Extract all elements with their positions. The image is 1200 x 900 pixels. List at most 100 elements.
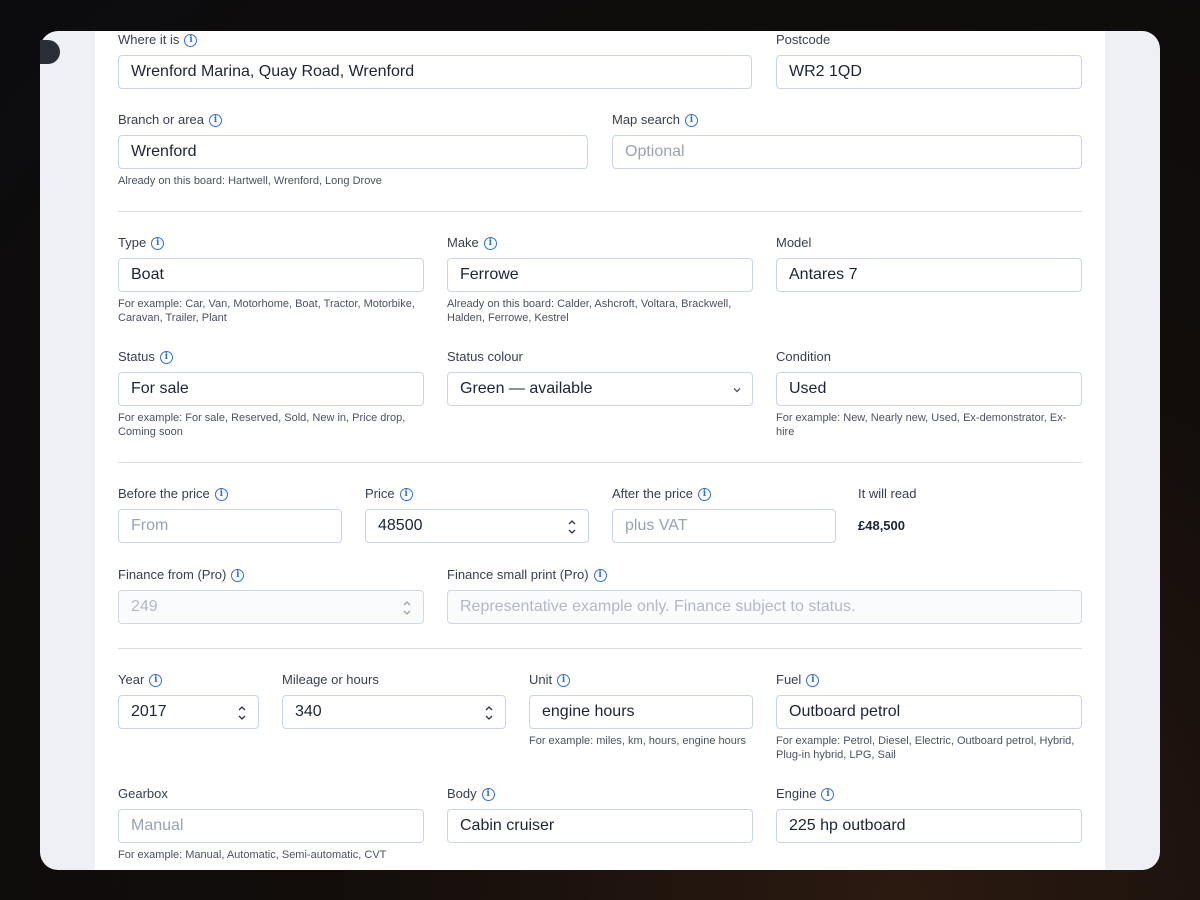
condition-input[interactable]: Used <box>776 372 1082 406</box>
info-icon[interactable]: i <box>159 350 173 364</box>
info-icon[interactable]: i <box>214 487 228 501</box>
mileage-field: Mileage or hours 340 <box>282 671 506 729</box>
mileage-label: Mileage or hours <box>282 672 379 687</box>
finance-from-label: Finance from (Pro) <box>118 567 227 582</box>
price-label: Price <box>365 486 395 501</box>
year-label: Year <box>118 672 145 687</box>
engine-input[interactable]: 225 hp outboard <box>776 809 1082 843</box>
unit-input[interactable]: engine hours <box>529 695 753 729</box>
finance-print-field: Finance small print (Pro) i Representativ… <box>447 566 1082 624</box>
condition-hint: For example: New, Nearly new, Used, Ex-d… <box>776 412 1067 438</box>
app-window: Where it is i Wrenford Marina, Quay Road,… <box>40 31 1160 870</box>
after-price-input[interactable]: plus VAT <box>612 509 836 543</box>
postcode-field: Postcode WR2 1QD <box>776 31 1082 89</box>
fuel-input[interactable]: Outboard petrol <box>776 695 1082 729</box>
gearbox-hint: For example: Manual, Automatic, Semi-aut… <box>118 849 387 861</box>
status-input[interactable]: For sale <box>118 372 424 406</box>
stepper-arrows-icon[interactable] <box>566 517 578 537</box>
after-price-label: After the price <box>612 486 693 501</box>
after-price-field: After the price i plus VAT <box>612 485 836 543</box>
type-hint: For example: Car, Van, Motorhome, Boat, … <box>118 298 415 324</box>
type-field: Type i Boat For example: Car, Van, Motorh… <box>118 234 424 325</box>
info-icon[interactable]: i <box>593 568 607 582</box>
condition-label: Condition <box>776 349 831 364</box>
info-icon[interactable]: i <box>231 568 245 582</box>
make-hint: Already on this board: Calder, Ashcroft,… <box>447 298 732 324</box>
info-icon[interactable]: i <box>481 787 495 801</box>
make-input[interactable]: Ferrowe <box>447 258 753 292</box>
finance-print-label: Finance small print (Pro) <box>447 567 589 582</box>
make-label: Make <box>447 235 479 250</box>
info-icon[interactable]: i <box>684 113 698 127</box>
listing-form: Where it is i Wrenford Marina, Quay Road,… <box>95 31 1105 870</box>
branch-input[interactable]: Wrenford <box>118 135 588 169</box>
gearbox-input[interactable]: Manual <box>118 809 424 843</box>
make-field: Make i Ferrowe Already on this board: Cal… <box>447 234 753 325</box>
model-input[interactable]: Antares 7 <box>776 258 1082 292</box>
stepper-arrows-icon[interactable] <box>483 703 495 723</box>
map-search-field: Map search i Optional <box>612 111 1082 169</box>
price-preview: It will read £48,500 <box>858 485 1082 533</box>
finance-from-stepper[interactable]: 249 <box>118 590 424 624</box>
body-label: Body <box>447 786 477 801</box>
branch-field: Branch or area i Wrenford Already on this… <box>118 111 588 188</box>
price-preview-value: £48,500 <box>858 518 905 533</box>
before-price-field: Before the price i From <box>118 485 342 543</box>
stepper-arrows-icon[interactable] <box>401 598 413 618</box>
status-colour-select[interactable]: Green — available <box>447 372 753 406</box>
engine-field: Engine i 225 hp outboard <box>776 785 1082 843</box>
before-price-label: Before the price <box>118 486 210 501</box>
section-divider <box>118 462 1082 463</box>
gearbox-label: Gearbox <box>118 786 168 801</box>
unit-label: Unit <box>529 672 553 687</box>
map-search-label: Map search <box>612 112 680 127</box>
where-input[interactable]: Wrenford Marina, Quay Road, Wrenford <box>118 55 752 89</box>
price-field: Price i 48500 <box>365 485 589 543</box>
status-label: Status <box>118 349 155 364</box>
info-icon[interactable]: i <box>149 673 163 687</box>
body-input[interactable]: Cabin cruiser <box>447 809 753 843</box>
info-icon[interactable]: i <box>806 673 820 687</box>
year-field: Year i 2017 <box>118 671 259 729</box>
finance-from-field: Finance from (Pro) i 249 <box>118 566 424 624</box>
model-field: Model Antares 7 <box>776 234 1082 292</box>
where-field: Where it is i Wrenford Marina, Quay Road,… <box>118 31 752 89</box>
stepper-arrows-icon[interactable] <box>236 703 248 723</box>
fuel-hint: For example: Petrol, Diesel, Electric, O… <box>776 735 1075 761</box>
before-price-input[interactable]: From <box>118 509 342 543</box>
info-icon[interactable]: i <box>821 787 835 801</box>
fuel-field: Fuel i Outboard petrol For example: Petro… <box>776 671 1082 762</box>
chevron-down-icon <box>732 385 742 395</box>
info-icon[interactable]: i <box>151 236 165 250</box>
gearbox-field: Gearbox Manual For example: Manual, Auto… <box>118 785 424 862</box>
info-icon[interactable]: i <box>399 487 413 501</box>
unit-hint: For example: miles, km, hours, engine ho… <box>529 735 747 747</box>
condition-field: Condition Used For example: New, Nearly … <box>776 348 1082 439</box>
info-icon[interactable]: i <box>557 673 571 687</box>
info-icon[interactable]: i <box>184 33 198 47</box>
price-stepper[interactable]: 48500 <box>365 509 589 543</box>
unit-field: Unit i engine hours For example: miles, k… <box>529 671 753 748</box>
section-divider <box>118 211 1082 212</box>
map-search-input[interactable]: Optional <box>612 135 1082 169</box>
status-colour-label: Status colour <box>447 349 523 364</box>
where-label: Where it is <box>118 32 180 47</box>
finance-print-input[interactable]: Representative example only. Finance sub… <box>447 590 1082 624</box>
postcode-input[interactable]: WR2 1QD <box>776 55 1082 89</box>
info-icon[interactable]: i <box>483 236 497 250</box>
status-field: Status i For sale For example: For sale, … <box>118 348 424 439</box>
year-stepper[interactable]: 2017 <box>118 695 259 729</box>
engine-label: Engine <box>776 786 817 801</box>
info-icon[interactable]: i <box>697 487 711 501</box>
section-divider <box>118 648 1082 649</box>
model-label: Model <box>776 235 812 250</box>
fuel-label: Fuel <box>776 672 802 687</box>
postcode-label: Postcode <box>776 32 831 47</box>
type-label: Type <box>118 235 147 250</box>
mileage-stepper[interactable]: 340 <box>282 695 506 729</box>
price-preview-label: It will read <box>858 486 917 501</box>
type-input[interactable]: Boat <box>118 258 424 292</box>
info-icon[interactable]: i <box>209 113 222 127</box>
body-field: Body i Cabin cruiser <box>447 785 753 843</box>
status-hint: For example: For sale, Reserved, Sold, N… <box>118 412 406 438</box>
